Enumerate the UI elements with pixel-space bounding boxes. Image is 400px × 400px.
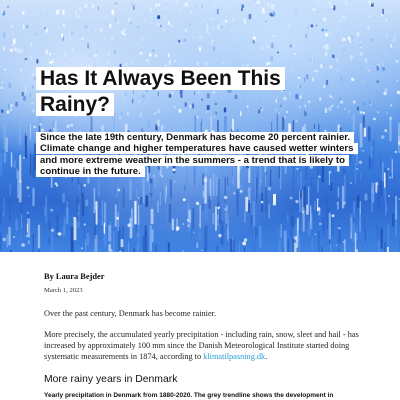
- page-title: Has It Always Been This Rainy?: [36, 66, 294, 118]
- chart-caption: Yearly precipitation in Denmark from 188…: [44, 392, 334, 399]
- section-heading: More rainy years in Denmark: [44, 374, 178, 385]
- source-link[interactable]: klimatilpasning.dk: [203, 352, 265, 361]
- paragraph-precipitation-end: .: [265, 352, 268, 361]
- paragraph-intro: Over the past century, Denmark has becom…: [44, 309, 217, 318]
- paragraph-precipitation-text: More precisely, the accumulated yearly p…: [44, 330, 359, 361]
- page-title-text: Has It Always Been This Rainy?: [36, 67, 285, 116]
- paragraph-precipitation: More precisely, the accumulated yearly p…: [44, 329, 364, 362]
- hero-banner: Has It Always Been This Rainy? Since the…: [0, 0, 400, 252]
- page-subtitle-text: Since the late 19th century, Denmark has…: [36, 132, 358, 178]
- author-byline: By Laura Bejder: [44, 272, 105, 281]
- article-body: By Laura Bejder March 1, 2023 Over the p…: [44, 272, 364, 400]
- publish-date: March 1, 2023: [44, 287, 83, 294]
- page-subtitle: Since the late 19th century, Denmark has…: [36, 132, 366, 178]
- rain-painting-image: [0, 0, 400, 252]
